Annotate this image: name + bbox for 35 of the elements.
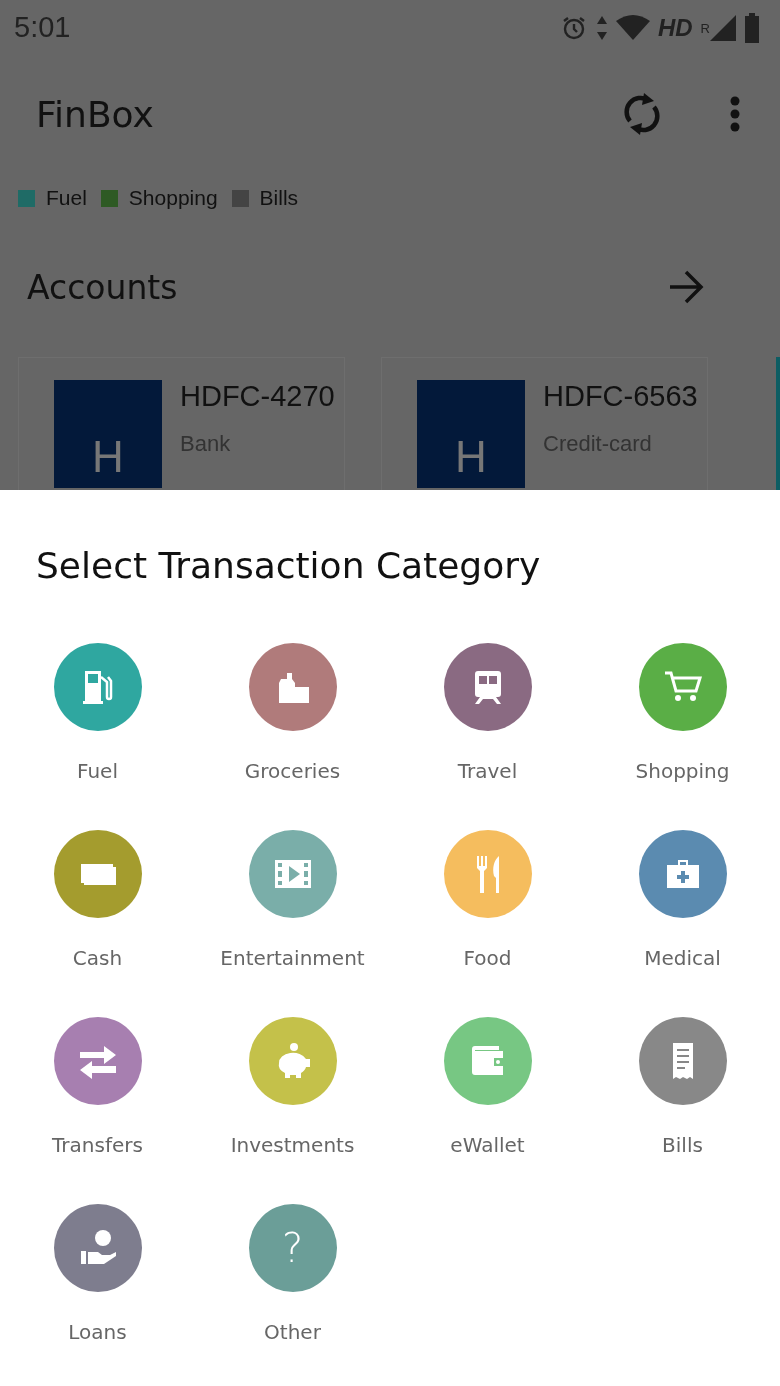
category-label: Entertainment xyxy=(220,946,365,970)
legend-label: Bills xyxy=(259,186,299,210)
category-label: Transfers xyxy=(52,1133,143,1157)
arrow-right-icon[interactable] xyxy=(668,270,704,304)
roaming-label: R xyxy=(700,20,710,36)
network-label: HD xyxy=(657,13,693,42)
wifi-icon xyxy=(615,14,650,41)
category-label: Food xyxy=(463,946,512,970)
category-label: Fuel xyxy=(77,759,118,783)
legend-label: Shopping xyxy=(128,186,218,210)
app-title: FinBox xyxy=(36,93,155,135)
sheet-title: Select Transaction Category xyxy=(35,544,542,588)
bank-logo: H xyxy=(417,380,525,488)
data-arrows-icon xyxy=(595,14,608,41)
section-title: Accounts xyxy=(27,267,178,307)
account-name: HDFC-6563 xyxy=(543,380,698,413)
account-name: HDFC-4270 xyxy=(180,380,335,413)
status-time: 5:01 xyxy=(14,11,71,44)
more-options-icon[interactable] xyxy=(730,96,740,132)
battery-icon xyxy=(744,12,760,43)
category-label: Loans xyxy=(68,1320,127,1344)
category-label: Investments xyxy=(230,1133,355,1157)
sync-icon[interactable] xyxy=(622,91,662,137)
category-label: Groceries xyxy=(244,759,341,783)
category-label: Shopping xyxy=(635,759,730,783)
category-label: Bills xyxy=(662,1133,703,1157)
signal-icon xyxy=(710,14,736,41)
category-label: Medical xyxy=(644,946,721,970)
category-button[interactable]: ? xyxy=(248,1204,337,1292)
category-label: Cash xyxy=(72,946,123,970)
bank-logo: H xyxy=(54,380,162,488)
category-label: Other xyxy=(264,1320,321,1344)
legend-label: Fuel xyxy=(46,186,87,210)
category-label: Travel xyxy=(457,759,518,783)
category-label: eWallet xyxy=(450,1133,525,1157)
